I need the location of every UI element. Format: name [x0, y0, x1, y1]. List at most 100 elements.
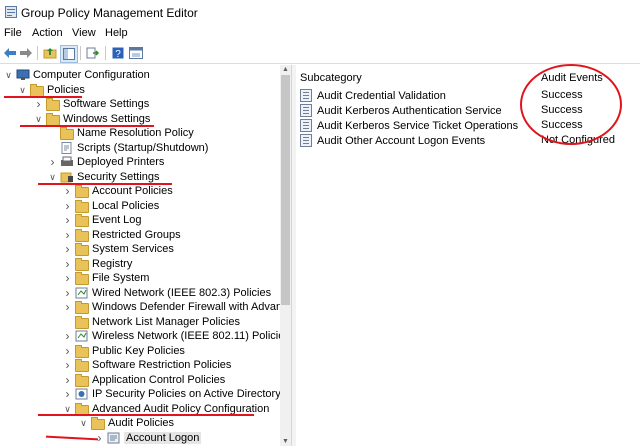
ipsec-icon	[75, 388, 89, 400]
back-icon[interactable]	[2, 45, 18, 61]
folder-icon	[75, 243, 89, 256]
tree-item[interactable]: › Wired Network (IEEE 802.3) Policies	[63, 286, 272, 300]
scroll-up-arrow-icon[interactable]: ▲	[280, 65, 291, 74]
tree-item-label: Software Restriction Policies	[92, 359, 232, 371]
tree-item[interactable]: › Windows Defender Firewall with Advanced	[63, 300, 280, 314]
folder-icon	[30, 83, 44, 97]
annotation-underline	[4, 96, 82, 98]
collapse-chevron-right-icon[interactable]: ›	[63, 387, 72, 401]
collapse-chevron-right-icon[interactable]: ›	[63, 271, 72, 285]
collapse-chevron-right-icon[interactable]: ›	[63, 228, 72, 242]
tree-item-label: Event Log	[92, 214, 142, 226]
tree-item[interactable]: › System Services	[63, 242, 174, 256]
show-hide-tree-icon[interactable]	[60, 45, 78, 63]
list-item[interactable]: Audit Kerberos Authentication Service	[300, 103, 502, 118]
printer-icon	[60, 156, 74, 168]
tree-item[interactable]: › Public Key Policies	[63, 344, 185, 358]
tree-item-label: Network List Manager Policies	[92, 315, 240, 328]
annotation-underline	[38, 414, 254, 416]
collapse-chevron-right-icon[interactable]: ›	[63, 257, 72, 271]
subcategory-name: Audit Kerberos Authentication Service	[317, 104, 502, 117]
tree-item[interactable]: › Account Policies	[63, 184, 173, 198]
collapse-chevron-right-icon[interactable]: ›	[63, 344, 72, 358]
expand-chevron-down-icon[interactable]: ∨	[48, 170, 57, 184]
tree-item[interactable]: › Application Control Policies	[63, 373, 225, 387]
collapse-chevron-right-icon[interactable]: ›	[63, 242, 72, 256]
wireless-icon	[75, 330, 89, 342]
tree-item[interactable]: Scripts (Startup/Shutdown)	[48, 141, 208, 155]
collapse-chevron-right-icon[interactable]: ›	[48, 155, 57, 169]
list-item[interactable]: Audit Other Account Logon Events	[300, 133, 485, 148]
security-icon	[60, 171, 74, 183]
collapse-chevron-right-icon[interactable]: ›	[63, 300, 72, 314]
tree-item[interactable]: › Software Settings	[34, 97, 149, 111]
collapse-chevron-right-icon[interactable]: ›	[63, 286, 72, 300]
tree-item[interactable]: › IP Security Policies on Active Director…	[63, 387, 281, 401]
expand-chevron-down-icon[interactable]: ∨	[79, 416, 88, 430]
folder-icon	[60, 127, 74, 140]
folder-icon	[75, 185, 89, 198]
tree-item-label: Audit Policies	[108, 417, 175, 429]
gpo-editor-icon	[5, 6, 17, 18]
tree-item[interactable]: ∨ Audit Policies	[79, 416, 174, 430]
properties-icon[interactable]	[128, 45, 144, 61]
tree-scrollbar[interactable]: ▲ ▼	[280, 65, 291, 446]
help-icon[interactable]: ?	[110, 45, 126, 61]
folder-icon	[75, 199, 89, 213]
tree-item[interactable]: ∨ Policies	[18, 83, 85, 97]
annotation-underline	[38, 183, 172, 185]
list-item[interactable]: Audit Credential Validation	[300, 88, 446, 103]
folder-icon	[91, 417, 105, 430]
expand-chevron-down-icon[interactable]: ∨	[4, 68, 13, 82]
tree-item[interactable]: › Restricted Groups	[63, 228, 181, 242]
tree-item[interactable]: ∨ Windows Settings	[34, 112, 150, 126]
tree-item[interactable]: › Local Policies	[63, 199, 159, 213]
up-folder-icon[interactable]	[42, 45, 58, 61]
tree-item-label: Wireless Network (IEEE 802.11) Policies	[92, 330, 280, 342]
audit-subcategory-icon	[300, 119, 312, 132]
export-list-icon[interactable]	[85, 45, 101, 61]
tree-item[interactable]: › Registry	[63, 257, 132, 271]
menu-action[interactable]: Action	[32, 27, 63, 39]
tree-item[interactable]: › Event Log	[63, 213, 142, 227]
forward-icon[interactable]	[18, 45, 34, 61]
script-icon	[60, 141, 74, 154]
tree-item-label: Registry	[92, 257, 133, 270]
expand-chevron-down-icon[interactable]: ∨	[18, 83, 27, 97]
menu-file[interactable]: File	[4, 27, 22, 39]
toolbar-separator	[105, 46, 106, 60]
tree-item[interactable]: › Account Logon	[95, 431, 202, 445]
tree-item[interactable]: Name Resolution Policy	[48, 126, 194, 140]
collapse-chevron-right-icon[interactable]: ›	[34, 97, 43, 111]
tree-item-label: IP Security Policies on Active Directory…	[92, 388, 280, 400]
title-bar: Group Policy Management Editor	[0, 0, 640, 25]
menu-view[interactable]: View	[72, 27, 96, 39]
collapse-chevron-right-icon[interactable]: ›	[63, 329, 72, 343]
column-header-subcategory[interactable]: Subcategory	[300, 72, 362, 84]
collapse-chevron-right-icon[interactable]: ›	[63, 373, 72, 387]
expand-chevron-down-icon[interactable]: ∨	[34, 112, 43, 126]
toolbar-separator	[37, 46, 38, 60]
tree-item-label: Software Settings	[63, 98, 150, 110]
audit-subcategory-icon	[300, 134, 312, 147]
tree-item[interactable]: Network List Manager Policies	[63, 315, 240, 329]
menu-bar: File Action View Help	[0, 26, 640, 42]
tree-item[interactable]: › File System	[63, 271, 149, 285]
tree-item-label: Scripts (Startup/Shutdown)	[77, 141, 209, 154]
tree-item[interactable]: › Software Restriction Policies	[63, 358, 231, 372]
collapse-chevron-right-icon[interactable]: ›	[63, 199, 72, 213]
collapse-chevron-right-icon[interactable]: ›	[63, 184, 72, 198]
folder-icon	[75, 214, 89, 227]
tree-item[interactable]: › Wireless Network (IEEE 802.11) Policies	[63, 329, 281, 343]
tree-item[interactable]: ∨ Computer Configuration	[4, 68, 150, 82]
tree-item[interactable]: ∨ Security Settings	[48, 170, 159, 184]
collapse-chevron-right-icon[interactable]: ›	[63, 358, 72, 372]
tree-item-label: Advanced Audit Policy Configuration	[92, 402, 270, 415]
menu-help[interactable]: Help	[105, 27, 128, 39]
list-item[interactable]: Audit Kerberos Service Ticket Operations	[300, 118, 518, 133]
scrollbar-thumb[interactable]	[281, 75, 290, 305]
collapse-chevron-right-icon[interactable]: ›	[63, 213, 72, 227]
tree-item[interactable]: › Deployed Printers	[48, 155, 165, 169]
scroll-down-arrow-icon[interactable]: ▼	[280, 437, 291, 446]
